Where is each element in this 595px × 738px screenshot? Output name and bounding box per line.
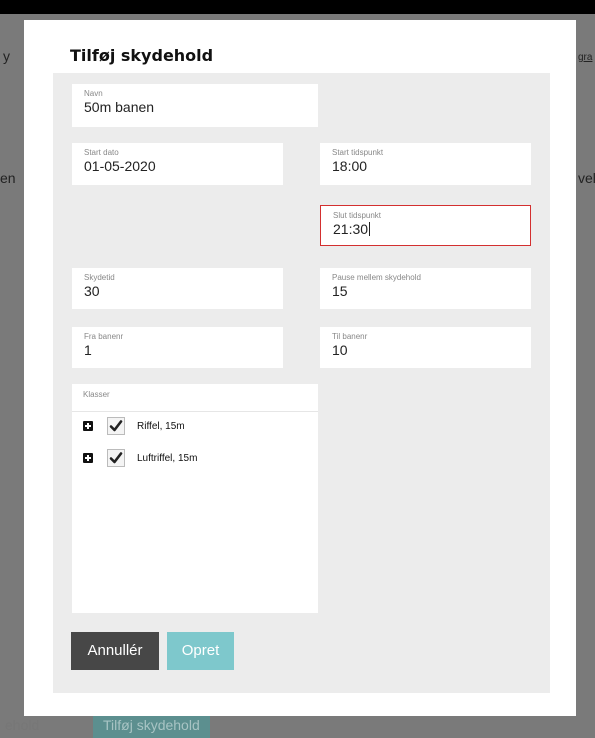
background-text: vel bbox=[578, 170, 595, 186]
expand-plus-icon[interactable] bbox=[83, 453, 93, 463]
end-time-label: Slut tidspunkt bbox=[333, 211, 382, 220]
shooting-time-field[interactable]: Skydetid 30 bbox=[72, 268, 283, 309]
from-lane-label: Fra banenr bbox=[84, 332, 124, 341]
cancel-button[interactable]: Annullér bbox=[71, 632, 159, 670]
navn-label: Navn bbox=[84, 89, 103, 98]
create-button[interactable]: Opret bbox=[167, 632, 234, 670]
modal-title: Tilføj skydehold bbox=[70, 46, 214, 65]
pause-value: 15 bbox=[332, 283, 348, 299]
start-date-label: Start dato bbox=[84, 148, 119, 157]
end-time-value-wrap: 21:30 bbox=[333, 221, 518, 238]
pause-label: Pause mellem skydehold bbox=[332, 273, 421, 282]
classes-list: Klasser Riffel, 15m Luftriffel, 15m bbox=[72, 384, 318, 613]
start-date-field[interactable]: Start dato 01-05-2020 bbox=[72, 143, 283, 185]
start-date-value: 01-05-2020 bbox=[84, 158, 156, 174]
navn-value: 50m banen bbox=[84, 99, 155, 115]
class-checkbox[interactable] bbox=[107, 449, 125, 467]
end-time-field[interactable]: Slut tidspunkt 21:30 bbox=[320, 205, 531, 246]
pause-field[interactable]: Pause mellem skydehold 15 bbox=[320, 268, 531, 309]
class-checkbox[interactable] bbox=[107, 417, 125, 435]
start-time-label: Start tidspunkt bbox=[332, 148, 384, 157]
checkmark-icon bbox=[109, 420, 123, 432]
shooting-time-value: 30 bbox=[84, 283, 100, 299]
background-text: y bbox=[3, 48, 10, 64]
to-lane-label: Til banenr bbox=[332, 332, 368, 341]
to-lane-value: 10 bbox=[332, 342, 348, 358]
text-cursor bbox=[369, 222, 371, 236]
end-time-value: 21:30 bbox=[333, 221, 369, 237]
add-team-modal: Tilføj skydehold Navn 50m banen Start da… bbox=[24, 20, 576, 716]
from-lane-field[interactable]: Fra banenr 1 bbox=[72, 327, 283, 368]
start-time-value: 18:00 bbox=[332, 158, 368, 174]
shooting-time-label: Skydetid bbox=[84, 273, 115, 282]
background-link[interactable]: gra bbox=[578, 52, 592, 63]
expand-plus-icon[interactable] bbox=[83, 421, 93, 431]
from-lane-value: 1 bbox=[84, 342, 92, 358]
checkmark-icon bbox=[109, 452, 123, 464]
start-time-field[interactable]: Start tidspunkt 18:00 bbox=[320, 143, 531, 185]
classes-label: Klasser bbox=[72, 384, 318, 412]
navn-field[interactable]: Navn 50m banen bbox=[72, 84, 318, 127]
class-label: Riffel, 15m bbox=[137, 421, 185, 432]
to-lane-field[interactable]: Til banenr 10 bbox=[320, 327, 531, 368]
backdrop-top-bar bbox=[0, 0, 595, 14]
class-label: Luftriffel, 15m bbox=[137, 453, 198, 464]
background-text: en bbox=[0, 170, 16, 186]
form-panel: Navn 50m banen Start dato 01-05-2020 Sta… bbox=[53, 73, 550, 693]
